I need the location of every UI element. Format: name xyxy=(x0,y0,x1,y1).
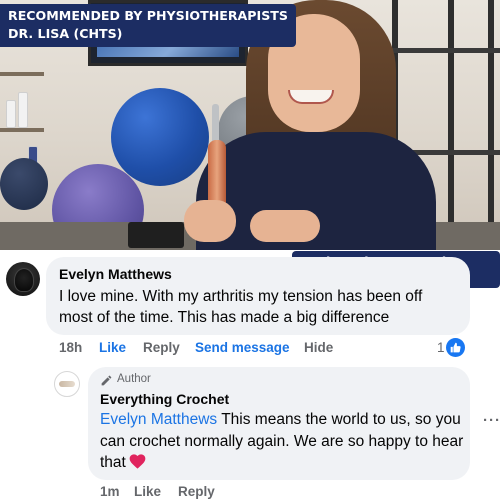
reply-button[interactable]: Reply xyxy=(143,340,180,355)
comment-timestamp[interactable]: 18h xyxy=(59,340,82,355)
comment-author[interactable]: Evelyn Matthews xyxy=(59,266,172,282)
bottle xyxy=(6,100,16,128)
like-button[interactable]: Like xyxy=(134,484,161,499)
gym-rack xyxy=(448,0,454,250)
banner-line-2: DR. LISA (CHTS) xyxy=(8,26,123,41)
thumbs-up-icon[interactable] xyxy=(446,338,465,357)
reaction-count[interactable]: 1 xyxy=(437,340,445,355)
person-smile xyxy=(288,90,334,104)
pencil-icon xyxy=(101,375,112,386)
pointing-hand xyxy=(250,210,320,242)
more-options-icon[interactable]: ··· xyxy=(483,412,500,429)
bottle xyxy=(18,92,28,128)
exercise-ball xyxy=(0,158,48,210)
comment-text: I love mine. With my arthritis my tensio… xyxy=(59,288,423,326)
shelf xyxy=(0,72,44,76)
author-tag-label: Author xyxy=(117,373,151,385)
reply-author[interactable]: Everything Crochet xyxy=(100,391,229,407)
reply-button[interactable]: Reply xyxy=(178,484,215,499)
gym-rack-bar xyxy=(392,48,500,53)
recommendation-banner: RECOMMENDED BY PHYSIOTHERAPISTS DR. LISA… xyxy=(0,4,296,47)
avatar[interactable] xyxy=(6,262,40,296)
avatar[interactable] xyxy=(54,371,80,397)
gym-rack xyxy=(488,0,494,250)
hide-button[interactable]: Hide xyxy=(304,340,333,355)
crochet-hook-tip xyxy=(212,104,219,144)
reply-text: Evelyn Matthews This means the world to … xyxy=(100,409,465,474)
exercise-ball xyxy=(111,88,209,186)
hand xyxy=(184,200,236,242)
banner-line-1: RECOMMENDED BY PHYSIOTHERAPISTS xyxy=(8,8,288,23)
reply-timestamp[interactable]: 1m xyxy=(100,484,120,499)
send-message-button[interactable]: Send message xyxy=(195,340,290,355)
dumbbell-rack xyxy=(128,222,184,248)
red-heart-icon xyxy=(129,454,146,469)
mention-link[interactable]: Evelyn Matthews xyxy=(100,411,217,428)
like-button[interactable]: Like xyxy=(99,340,126,355)
shelf xyxy=(0,128,44,132)
